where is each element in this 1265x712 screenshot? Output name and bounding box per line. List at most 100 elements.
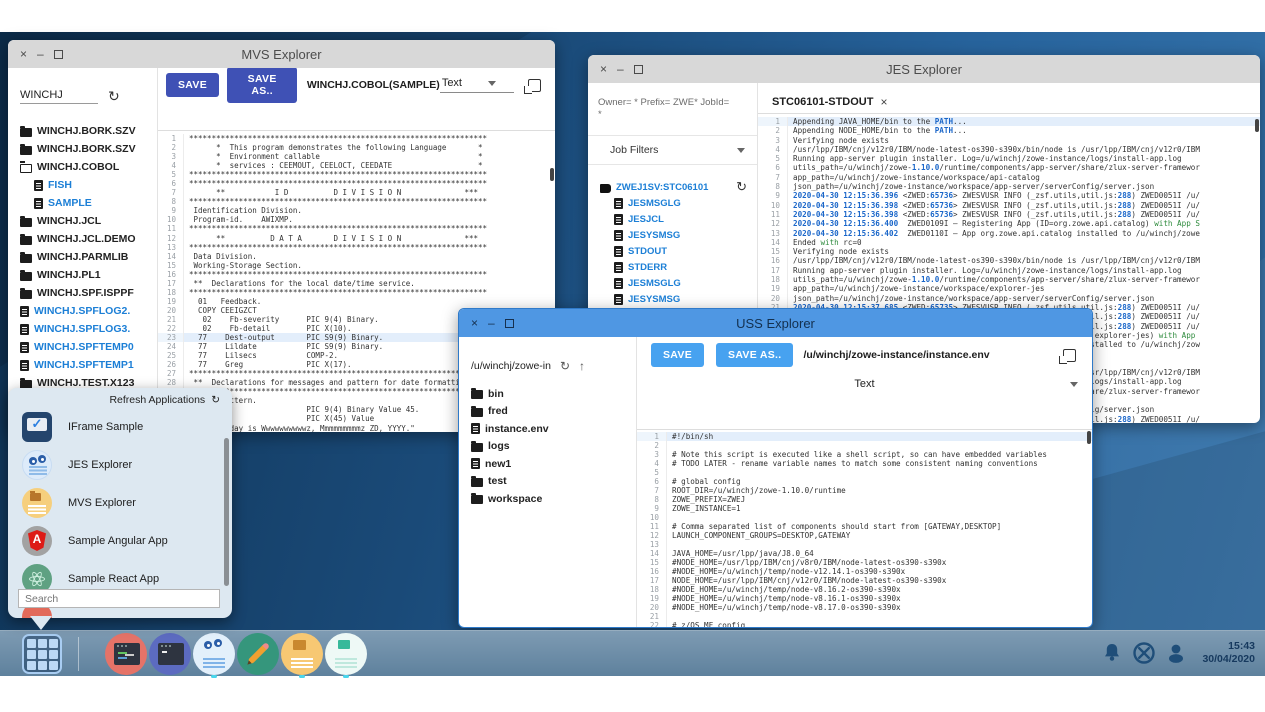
taskbar-pencil-editor-app-icon[interactable] [237, 633, 279, 675]
open-in-new-icon[interactable] [528, 79, 541, 92]
jes-tree-item[interactable]: JESYSMSG [588, 291, 757, 307]
launcher-item-iframe-sample[interactable]: ✓IFrame Sample [22, 410, 143, 444]
save-as-button[interactable]: SAVE AS.. [716, 343, 793, 367]
mvs-tree-item[interactable]: WINCHJ.SPFLOG2. [8, 302, 157, 320]
open-in-new-icon[interactable] [1063, 349, 1076, 362]
tree-item-label: SAMPLE [48, 197, 92, 209]
app-search-input[interactable] [18, 589, 220, 608]
minimize-icon[interactable]: – [37, 48, 44, 60]
cobol-line: 14 Data Division. [158, 252, 555, 261]
line-number: 14 [637, 549, 667, 558]
line-number: 12 [158, 234, 184, 243]
launcher-item-sample-angular-app[interactable]: ASample Angular App [22, 524, 168, 558]
taskbar-uss-explorer-app-icon[interactable] [325, 633, 367, 675]
launcher-item-jes-explorer[interactable]: JES Explorer [22, 448, 132, 482]
mvs-tree-item[interactable]: WINCHJ.COBOL [8, 158, 157, 176]
close-icon[interactable]: × [600, 63, 607, 75]
tree-item-label: JESJCL [628, 214, 664, 225]
uss-titlebar[interactable]: × – USS Explorer [459, 309, 1092, 337]
jes-tree-item[interactable]: JESMSGLG [588, 195, 757, 211]
close-tab-icon[interactable]: × [880, 95, 887, 109]
save-button[interactable]: SAVE [166, 73, 219, 97]
mvs-tree-item[interactable]: WINCHJ.PARMLIB [8, 248, 157, 266]
tab-stc06101-stdout[interactable]: STC06101-STDOUT × [772, 95, 888, 113]
uss-tree-item[interactable]: instance.env [459, 420, 636, 438]
refresh-icon: ↻ [211, 394, 220, 406]
save-as-button[interactable]: SAVE AS.. [227, 68, 296, 103]
mvs-tree-item[interactable]: WINCHJ.SPF.ISPPF [8, 284, 157, 302]
uss-tree-item[interactable]: test [459, 473, 636, 491]
jes-tree-item[interactable]: JESYSMSG [588, 227, 757, 243]
line-number: 5 [758, 154, 788, 163]
minimize-icon[interactable]: – [488, 317, 495, 329]
syntax-mode-select[interactable]: Text [442, 77, 462, 89]
taskbar-editor-app-icon[interactable] [105, 633, 147, 675]
jes-tree-item[interactable]: JESMSGLG [588, 275, 757, 291]
folder-icon [20, 218, 32, 227]
mvs-tree-item[interactable]: WINCHJ.SPFTEMP0 [8, 338, 157, 356]
line-number: 24 [158, 342, 184, 351]
tree-item-label: new1 [485, 458, 511, 470]
taskbar-jes-explorer-app-icon[interactable] [193, 633, 235, 675]
refresh-icon[interactable]: ↻ [108, 88, 120, 105]
user-account-icon[interactable] [1164, 641, 1188, 665]
taskbar-terminal-app-icon[interactable] [149, 633, 191, 675]
launcher-item-label: Sample Angular App [68, 535, 168, 547]
mvs-tree-item[interactable]: WINCHJ.BORK.SZV [8, 122, 157, 140]
save-button[interactable]: SAVE [651, 343, 704, 367]
script-line: 17NODE_HOME=/usr/lpp/IBM/cnj/v12r0/IBM/n… [637, 576, 1092, 585]
script-line: 5 [637, 468, 1092, 477]
jes-titlebar[interactable]: × – JES Explorer [588, 55, 1260, 83]
uss-tree-item[interactable]: workspace [459, 490, 636, 508]
maximize-icon[interactable] [54, 50, 63, 59]
refresh-icon[interactable]: ↻ [560, 359, 570, 373]
job-filters-accordion[interactable]: Job Filters [588, 135, 757, 165]
mvs-tree-item[interactable]: WINCHJ.SPFLOG3. [8, 320, 157, 338]
mvs-tree-item[interactable]: WINCHJ.JCL.DEMO [8, 230, 157, 248]
uss-tree-item[interactable]: bin [459, 385, 636, 403]
scrollbar-thumb[interactable] [1087, 431, 1091, 444]
scrollbar-thumb[interactable] [224, 438, 229, 586]
maximize-icon[interactable] [634, 65, 643, 74]
mvs-tree-item[interactable]: WINCHJ.JCL [8, 212, 157, 230]
uss-tree-item[interactable]: new1 [459, 455, 636, 473]
app-launcher-button[interactable] [22, 634, 62, 674]
minimize-icon[interactable]: – [617, 63, 624, 75]
mvs-tree-item[interactable]: FISH [8, 176, 157, 194]
uss-tree-item[interactable]: logs [459, 438, 636, 456]
shell-script-editor[interactable]: 1#!/bin/sh23# Note this script is execut… [637, 429, 1092, 627]
log-line: 1Appending JAVA_HOME/bin to the PATH... [758, 117, 1260, 126]
maximize-icon[interactable] [505, 319, 514, 328]
jes-tree-item[interactable]: JESJCL [588, 211, 757, 227]
line-number: 3 [158, 152, 184, 161]
mvs-tree-item[interactable]: WINCHJ.PL1 [8, 266, 157, 284]
line-number: 1 [758, 117, 788, 126]
tree-item-label: JESYSMSG [628, 230, 680, 241]
dataset-search-input[interactable] [20, 89, 98, 104]
settings-tools-icon[interactable] [1132, 641, 1156, 665]
jes-tree-item[interactable]: STDERR [588, 259, 757, 275]
close-icon[interactable]: × [20, 48, 27, 60]
jes-tree-item[interactable]: STDOUT [588, 243, 757, 259]
mvs-tree-item[interactable]: WINCHJ.SPFTEMP1 [8, 356, 157, 374]
jes-tree-item[interactable]: ZWEJ1SV:STC06101↻ [588, 179, 757, 195]
launcher-item-mvs-explorer[interactable]: MVS Explorer [22, 486, 136, 520]
mvs-tree-item[interactable]: SAMPLE [8, 194, 157, 212]
up-directory-icon[interactable]: ↑ [579, 359, 585, 373]
uss-tree-item[interactable]: fred [459, 403, 636, 421]
log-line: 92020-04-30 12:15:36.396 <ZWED:65736> ZW… [758, 191, 1260, 200]
syntax-mode-select[interactable]: Text [854, 378, 874, 390]
refresh-icon[interactable]: ↻ [736, 179, 747, 195]
scrollbar-thumb[interactable] [550, 168, 554, 181]
taskbar-mvs-explorer-app-icon[interactable] [281, 633, 323, 675]
job-filter-summary-2: * [598, 109, 757, 121]
notifications-bell-icon[interactable] [1100, 641, 1124, 665]
script-line: 16#NODE_HOME=/u/winchj/temp/node-v12.14.… [637, 567, 1092, 576]
scrollbar-thumb[interactable] [1255, 119, 1259, 132]
uss-path-input[interactable]: /u/winchj/zowe-in [471, 360, 551, 372]
close-icon[interactable]: × [471, 317, 478, 329]
refresh-applications-button[interactable]: Refresh Applications ↻ [109, 394, 220, 406]
mvs-tree-item[interactable]: WINCHJ.BORK.SZV [8, 140, 157, 158]
mvs-titlebar[interactable]: × – MVS Explorer [8, 40, 555, 68]
tree-item-label: WINCHJ.PARMLIB [37, 251, 128, 263]
